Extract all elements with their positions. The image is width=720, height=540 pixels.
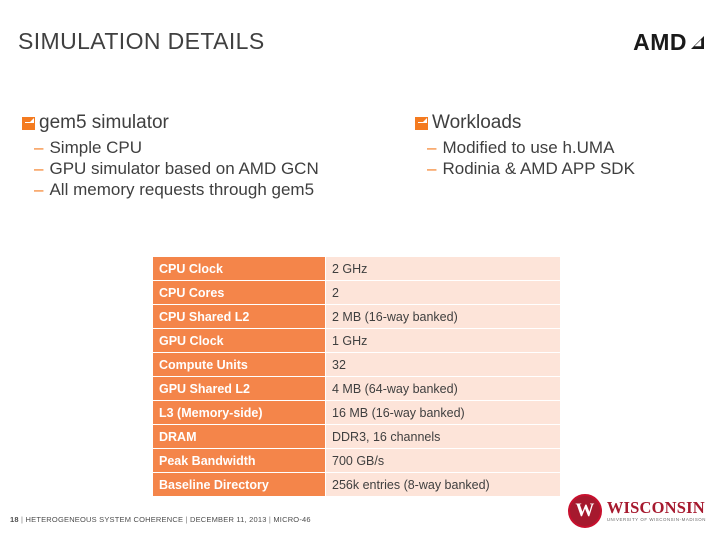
dash-marker-icon: – bbox=[34, 138, 44, 157]
bullet-item-label: All memory requests through gem5 bbox=[49, 180, 315, 199]
footer-page-number: 18 bbox=[10, 515, 19, 524]
table-row: Baseline Directory 256k entries (8-way b… bbox=[152, 472, 561, 497]
footer-separator: | bbox=[21, 515, 24, 524]
footer-separator: | bbox=[185, 515, 188, 524]
table-cell-value: 32 bbox=[325, 352, 561, 377]
table-cell-value: 1 GHz bbox=[325, 328, 561, 353]
table-row: Compute Units 32 bbox=[152, 352, 561, 377]
table-row: CPU Shared L2 2 MB (16-way banked) bbox=[152, 304, 561, 329]
bullet-item-label: Modified to use h.UMA bbox=[442, 138, 615, 157]
simulation-parameters-table: CPU Clock 2 GHz CPU Cores 2 CPU Shared L… bbox=[152, 256, 561, 497]
dash-marker-icon: – bbox=[34, 180, 44, 199]
wisconsin-name: WISCONSIN bbox=[606, 497, 705, 517]
table-cell-value: DDR3, 16 channels bbox=[325, 424, 561, 449]
dash-marker-icon: – bbox=[427, 159, 437, 178]
amd-wordmark: AMD bbox=[633, 28, 687, 55]
bullet-item: – Rodinia & AMD APP SDK bbox=[427, 159, 715, 179]
bullet-heading-workloads-label: Workloads bbox=[432, 112, 522, 133]
table-cell-label: Peak Bandwidth bbox=[152, 448, 326, 473]
table-cell-label: Baseline Directory bbox=[152, 472, 326, 497]
bullet-column-left: gem5 simulator – Simple CPU – GPU simula… bbox=[22, 112, 442, 201]
orange-arrow-marker-icon bbox=[415, 116, 428, 130]
table-cell-label: CPU Shared L2 bbox=[152, 304, 326, 329]
bullet-heading-workloads: Workloads bbox=[415, 112, 715, 134]
bullet-item-label: Simple CPU bbox=[49, 138, 143, 157]
bullet-item: – Modified to use h.UMA bbox=[427, 138, 715, 158]
table-row: CPU Clock 2 GHz bbox=[152, 256, 561, 281]
footer-venue: MICRO-46 bbox=[273, 515, 311, 524]
wisconsin-tagline: UNIVERSITY OF WISCONSIN-MADISON bbox=[606, 517, 706, 523]
bullet-item: – All memory requests through gem5 bbox=[34, 180, 442, 200]
table-cell-label: CPU Clock bbox=[152, 256, 326, 281]
page-title: SIMULATION DETAILS bbox=[18, 28, 265, 54]
bullet-item-label: Rodinia & AMD APP SDK bbox=[442, 159, 635, 178]
table-row: DRAM DDR3, 16 channels bbox=[152, 424, 561, 449]
table-cell-label: Compute Units bbox=[152, 352, 326, 377]
bullet-column-right: Workloads – Modified to use h.UMA – Rodi… bbox=[415, 112, 715, 180]
table-row: GPU Shared L2 4 MB (64-way banked) bbox=[152, 376, 561, 401]
bullet-heading-gem5: gem5 simulator bbox=[22, 112, 442, 134]
table-row: GPU Clock 1 GHz bbox=[152, 328, 561, 353]
table-row: Peak Bandwidth 700 GB/s bbox=[152, 448, 561, 473]
footer-separator: | bbox=[268, 515, 272, 524]
dash-marker-icon: – bbox=[34, 159, 44, 178]
orange-arrow-marker-icon bbox=[22, 116, 35, 130]
table-cell-label: GPU Shared L2 bbox=[152, 376, 326, 401]
table-row: L3 (Memory-side) 16 MB (16-way banked) bbox=[152, 400, 561, 425]
table-cell-label: GPU Clock bbox=[152, 328, 326, 353]
dash-marker-icon: – bbox=[427, 138, 437, 157]
table-cell-value: 256k entries (8-way banked) bbox=[325, 472, 561, 497]
table-cell-value: 2 GHz bbox=[325, 256, 561, 281]
table-cell-label: L3 (Memory-side) bbox=[152, 400, 326, 425]
table-cell-value: 2 bbox=[325, 280, 561, 305]
table-cell-value: 4 MB (64-way banked) bbox=[325, 376, 561, 401]
table-cell-value: 16 MB (16-way banked) bbox=[325, 400, 561, 425]
table-cell-label: CPU Cores bbox=[152, 280, 326, 305]
arrow-up-right-icon bbox=[689, 34, 706, 51]
table-cell-value: 700 GB/s bbox=[325, 448, 561, 473]
bullet-item: – GPU simulator based on AMD GCN bbox=[34, 159, 442, 179]
table-row: CPU Cores 2 bbox=[152, 280, 561, 305]
slide-footer: 18 | HETEROGENEOUS SYSTEM COHERENCE | DE… bbox=[10, 515, 311, 524]
wisconsin-logo: W WISCONSIN UNIVERSITY OF WISCONSIN-MADI… bbox=[567, 490, 706, 532]
amd-logo: AMD bbox=[633, 28, 706, 55]
wisconsin-crest-icon: W bbox=[567, 494, 602, 528]
footer-date: DECEMBER 11, 2013 bbox=[189, 515, 267, 524]
table-cell-value: 2 MB (16-way banked) bbox=[325, 304, 561, 329]
wisconsin-wordmark: WISCONSIN UNIVERSITY OF WISCONSIN-MADISO… bbox=[606, 497, 706, 523]
footer-deck-title: HETEROGENEOUS SYSTEM COHERENCE bbox=[25, 515, 184, 524]
bullet-heading-gem5-label: gem5 simulator bbox=[39, 112, 169, 133]
bullet-item: – Simple CPU bbox=[34, 138, 442, 158]
bullet-item-label: GPU simulator based on AMD GCN bbox=[49, 159, 319, 178]
table-cell-label: DRAM bbox=[152, 424, 326, 449]
